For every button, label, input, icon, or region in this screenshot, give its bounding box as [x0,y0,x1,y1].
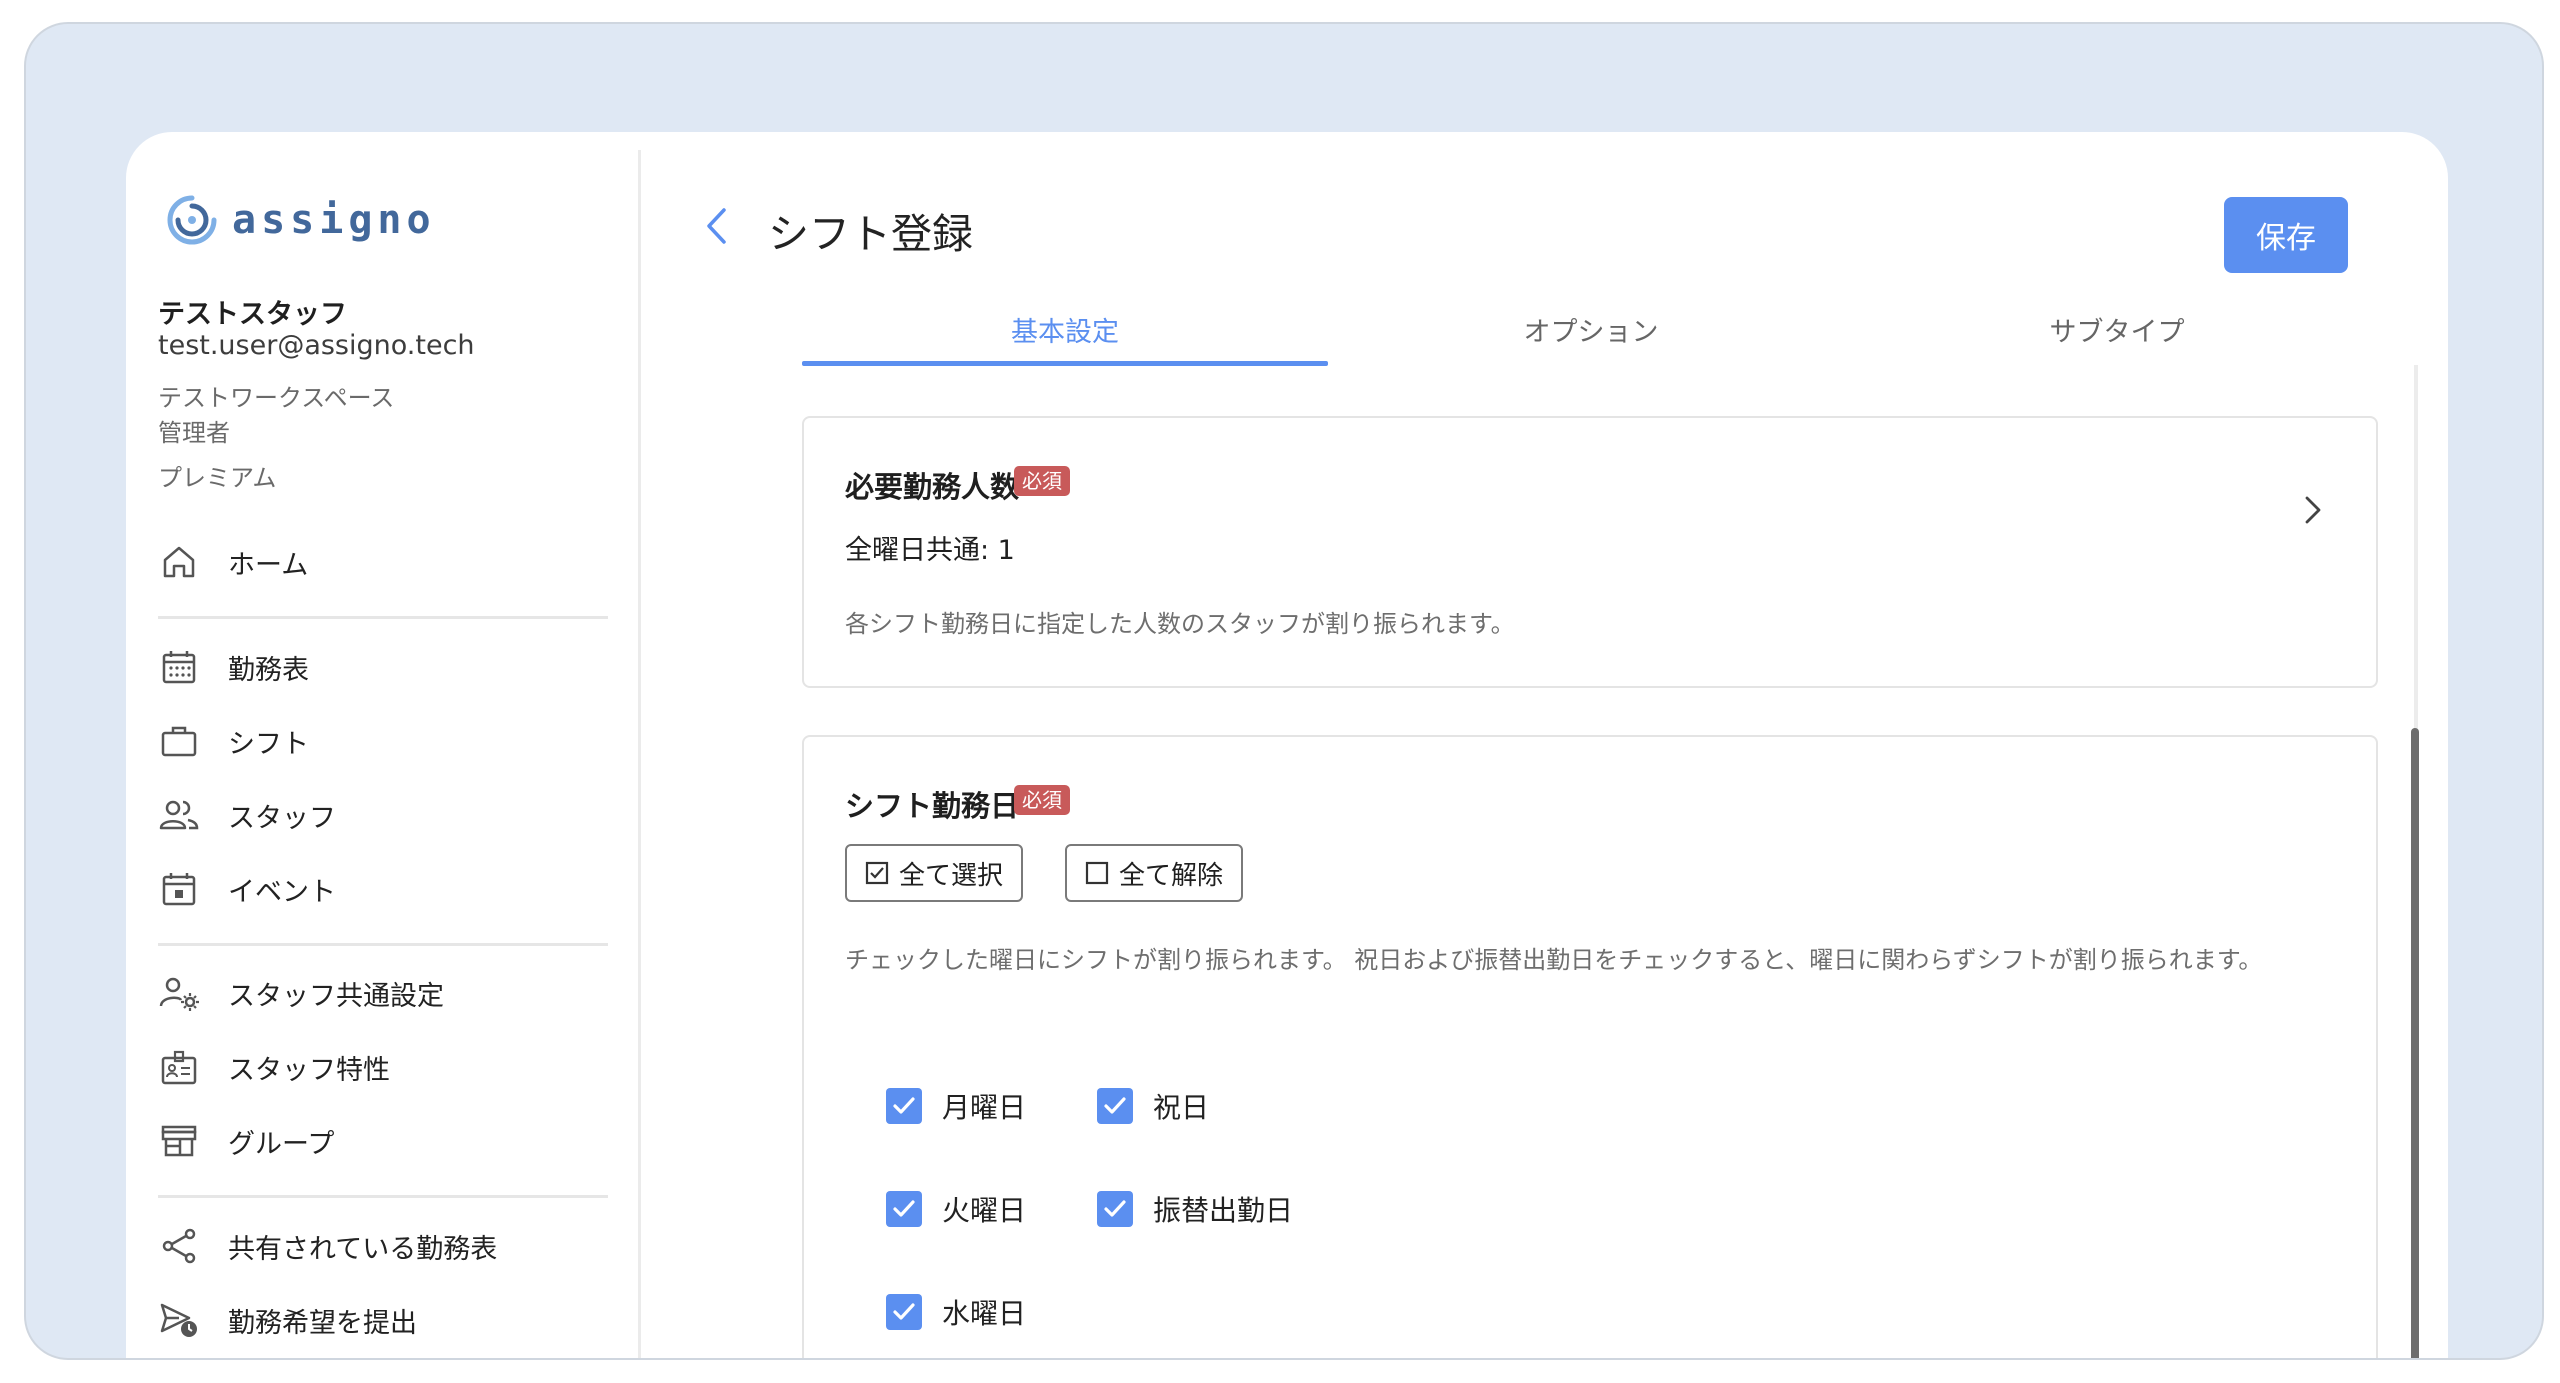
assigno-logo-icon [167,195,217,245]
chevron-right-icon[interactable] [2298,492,2328,528]
checkbox-label: 祝日 [1153,1091,1210,1124]
back-button[interactable] [696,200,736,252]
nav-divider [158,943,608,946]
sidebar: assigno テストスタッフ test.user@assigno.tech テ… [126,150,641,1358]
nav-item-staff[interactable]: スタッフ [158,790,336,840]
calendar-event-icon [158,868,200,910]
checkbox-label: 水曜日 [942,1297,1027,1330]
required-staff-value: 全曜日共通: 1 [845,535,1015,566]
logo[interactable]: assigno [164,190,436,250]
select-all-label: 全て選択 [899,860,1004,891]
screenshot-frame: assigno テストスタッフ test.user@assigno.tech テ… [24,22,2544,1360]
nav-label-shift: シフト [228,728,309,760]
home-icon [158,541,200,583]
nav-label-staff-attributes: スタッフ特性 [228,1054,390,1086]
user-name: テストスタッフ [158,299,347,330]
card-title: 必要勤務人数 [845,470,1020,504]
calendar-grid-icon [158,646,200,688]
checkbox-checked-icon [865,861,889,885]
user-settings-icon [158,972,200,1014]
checkbox-label: 月曜日 [942,1091,1027,1124]
card-title: シフト勤務日 [845,789,1020,823]
checkbox-tuesday[interactable]: 火曜日 [886,1189,1026,1229]
nav-item-shift[interactable]: シフト [158,716,309,766]
people-icon [158,794,200,836]
checkbox-substitute-workday[interactable]: 振替出勤日 [1097,1189,1293,1229]
nav-label-shared-schedules: 共有されている勤務表 [228,1233,498,1265]
tab-options[interactable]: オプション [1328,310,1854,349]
workdays-card: シフト勤務日 必須 全て選択 全て解除 チェックした曜日にシフトが割り振られます… [802,735,2378,1358]
user-role: 管理者 [158,419,230,447]
checkbox-label: 振替出勤日 [1153,1194,1294,1227]
nav-label-schedule: 勤務表 [228,654,309,686]
card-description: 各シフト勤務日に指定した人数のスタッフが割り振られます。 [845,610,1515,638]
save-button[interactable]: 保存 [2224,197,2348,273]
nav-label-group: グループ [228,1128,335,1160]
required-badge: 必須 [1014,466,1070,496]
checkbox-checked-icon [1097,1191,1133,1227]
chevron-left-icon [707,208,726,244]
tab-subtype[interactable]: サブタイプ [1854,310,2380,349]
nav-item-submit-requests[interactable]: 勤務希望を提出 [158,1295,417,1345]
card-description: チェックした曜日にシフトが割り振られます。 祝日および振替出勤日をチェックすると… [845,946,2263,974]
clear-all-button[interactable]: 全て解除 [1065,844,1244,902]
checkbox-checked-icon [886,1088,922,1124]
required-badge: 必須 [1014,785,1070,815]
briefcase-icon [158,720,200,762]
nav-label-submit-requests: 勤務希望を提出 [228,1307,417,1339]
required-staff-card[interactable]: 必要勤務人数 必須 全曜日共通: 1 各シフト勤務日に指定した人数のスタッフが割… [802,416,2378,688]
brand-name: assigno [232,197,436,243]
plan-name: プレミアム [158,464,277,492]
select-all-button[interactable]: 全て選択 [845,844,1024,902]
nav-label-staff: スタッフ [228,802,336,834]
nav-item-shared-schedules[interactable]: 共有されている勤務表 [158,1221,497,1271]
checkbox-checked-icon [886,1191,922,1227]
send-clock-icon [158,1299,200,1341]
nav-divider [158,616,608,619]
checkbox-monday[interactable]: 月曜日 [886,1086,1026,1126]
nav-divider [158,1195,608,1198]
nav-item-schedule[interactable]: 勤務表 [158,642,309,692]
checkbox-wednesday[interactable]: 水曜日 [886,1292,1026,1332]
main-content: シフト登録 保存 基本設定 オプション サブタイプ 必要勤務人数 必須 全曜日共… [658,150,2448,1358]
id-badge-icon [158,1046,200,1088]
checkbox-label: 火曜日 [942,1194,1027,1227]
checkbox-empty-icon [1085,861,1109,885]
checkbox-holiday[interactable]: 祝日 [1097,1086,1209,1126]
nav-item-group[interactable]: グループ [158,1116,334,1166]
clear-all-label: 全て解除 [1119,860,1224,891]
app-window: assigno テストスタッフ test.user@assigno.tech テ… [126,132,2448,1358]
scrollbar-thumb[interactable] [2411,728,2419,1358]
checkbox-checked-icon [886,1294,922,1330]
user-email: test.user@assigno.tech [158,330,475,361]
page-title: シフト登録 [768,210,973,258]
nav-label-staff-common-settings: スタッフ共通設定 [228,980,444,1012]
nav-item-staff-common-settings[interactable]: スタッフ共通設定 [158,968,444,1018]
tab-basic-settings[interactable]: 基本設定 [802,310,1328,349]
nav-item-staff-attributes[interactable]: スタッフ特性 [158,1042,390,1092]
share-icon [158,1225,200,1267]
nav-label-home: ホーム [228,549,309,581]
nav-item-home[interactable]: ホーム [158,537,308,587]
checkbox-checked-icon [1097,1088,1133,1124]
nav-item-event[interactable]: イベント [158,864,336,914]
active-tab-indicator [802,361,1328,366]
store-icon [158,1120,200,1162]
workspace-name: テストワークスペース [158,384,395,412]
nav-label-event: イベント [228,876,336,908]
